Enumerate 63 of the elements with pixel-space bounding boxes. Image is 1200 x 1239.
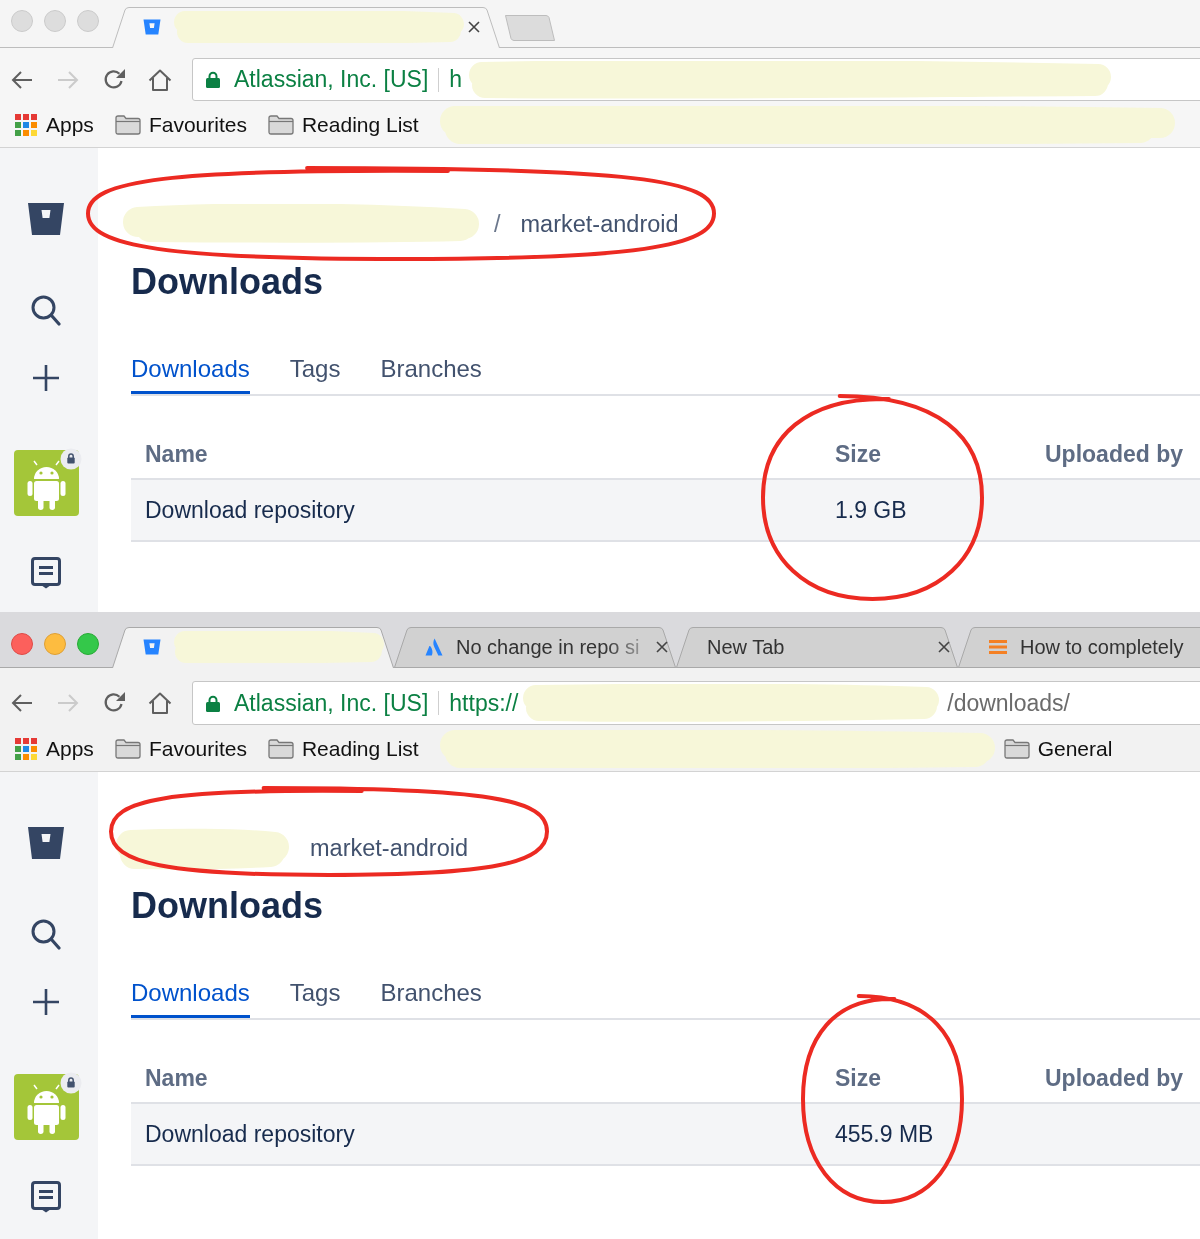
search-icon[interactable] <box>31 295 61 326</box>
url-text: /downloads/ <box>947 689 1070 717</box>
column-header: Name <box>144 1063 209 1093</box>
address-bar[interactable]: Atlassian, Inc. [US] h <box>192 58 1200 101</box>
page-tab[interactable]: Branches <box>380 968 482 1018</box>
browser-tab[interactable]: No change in repo si <box>394 627 676 668</box>
document-icon[interactable] <box>31 1181 61 1213</box>
folder-icon <box>267 739 294 759</box>
repository-link[interactable]: market-android <box>310 834 469 862</box>
page-tab[interactable]: Downloads <box>131 344 250 394</box>
lines-icon <box>989 640 1007 654</box>
close-icon[interactable] <box>468 21 480 33</box>
repository-link[interactable]: market-android <box>520 210 679 238</box>
bookmark-item[interactable]: Favourites <box>114 113 247 137</box>
home-icon[interactable] <box>148 67 172 92</box>
browser-tab[interactable]: New Tab <box>676 627 958 668</box>
column-header: Size <box>834 1063 883 1093</box>
table-cell-text: 1.9 GB <box>834 496 908 524</box>
page-tab[interactable]: Tags <box>289 968 341 1018</box>
search-icon[interactable] <box>31 919 61 950</box>
bookmark-item[interactable]: Reading List <box>267 113 419 137</box>
folder-icon <box>267 115 294 135</box>
page-tab[interactable]: Downloads <box>131 968 250 1018</box>
table-cell-text: Download repository <box>144 496 356 524</box>
close-icon[interactable] <box>656 641 668 653</box>
page-heading: Downloads <box>131 262 324 302</box>
address-bar[interactable]: Atlassian, Inc. [US] https:// /downloads/ <box>192 681 1200 725</box>
folder-icon <box>114 115 141 135</box>
breadcrumb-separator: / <box>494 210 501 238</box>
folder-icon <box>1003 739 1030 759</box>
page-tab[interactable]: Tags <box>289 344 341 394</box>
bookmark-item[interactable]: Favourites <box>114 737 247 761</box>
url-text: https:// <box>449 689 519 717</box>
plus-icon[interactable] <box>32 364 60 392</box>
bookmark-item[interactable]: Apps <box>15 737 94 761</box>
table-cell-text: 455.9 MB <box>834 1120 935 1148</box>
close-icon[interactable] <box>938 641 950 653</box>
bookmark-item[interactable]: Apps <box>15 113 94 137</box>
bookmark-item[interactable]: General <box>1003 737 1113 761</box>
url-text: h <box>449 66 463 93</box>
column-header: Uploaded by <box>1044 439 1184 469</box>
table-cell-text: Download repository <box>144 1120 356 1148</box>
plus-icon[interactable] <box>32 988 60 1016</box>
mountain-icon <box>425 638 443 656</box>
column-header: Uploaded by <box>1044 1063 1184 1093</box>
bookmark-item[interactable]: Reading List <box>267 737 419 761</box>
page-heading: Downloads <box>131 886 324 926</box>
table-row[interactable]: Download repository 455.9 MB <box>131 1104 1200 1166</box>
apps-grid-icon <box>15 738 37 760</box>
bucket-logo-icon[interactable] <box>27 202 65 236</box>
page-tab[interactable]: Branches <box>380 344 482 394</box>
folder-icon <box>114 739 141 759</box>
site-identity: Atlassian, Inc. [US] <box>234 66 429 93</box>
browser-tab[interactable]: How to completely <box>958 627 1200 668</box>
site-identity: Atlassian, Inc. [US] <box>234 689 429 717</box>
column-header: Name <box>144 439 209 469</box>
apps-grid-icon <box>15 114 37 136</box>
column-header: Size <box>834 439 883 469</box>
document-icon[interactable] <box>31 557 61 589</box>
close-window-icon[interactable] <box>11 633 33 655</box>
bucket-logo-icon[interactable] <box>27 826 65 860</box>
home-icon[interactable] <box>148 691 172 715</box>
table-row[interactable]: Download repository 1.9 GB <box>131 480 1200 542</box>
